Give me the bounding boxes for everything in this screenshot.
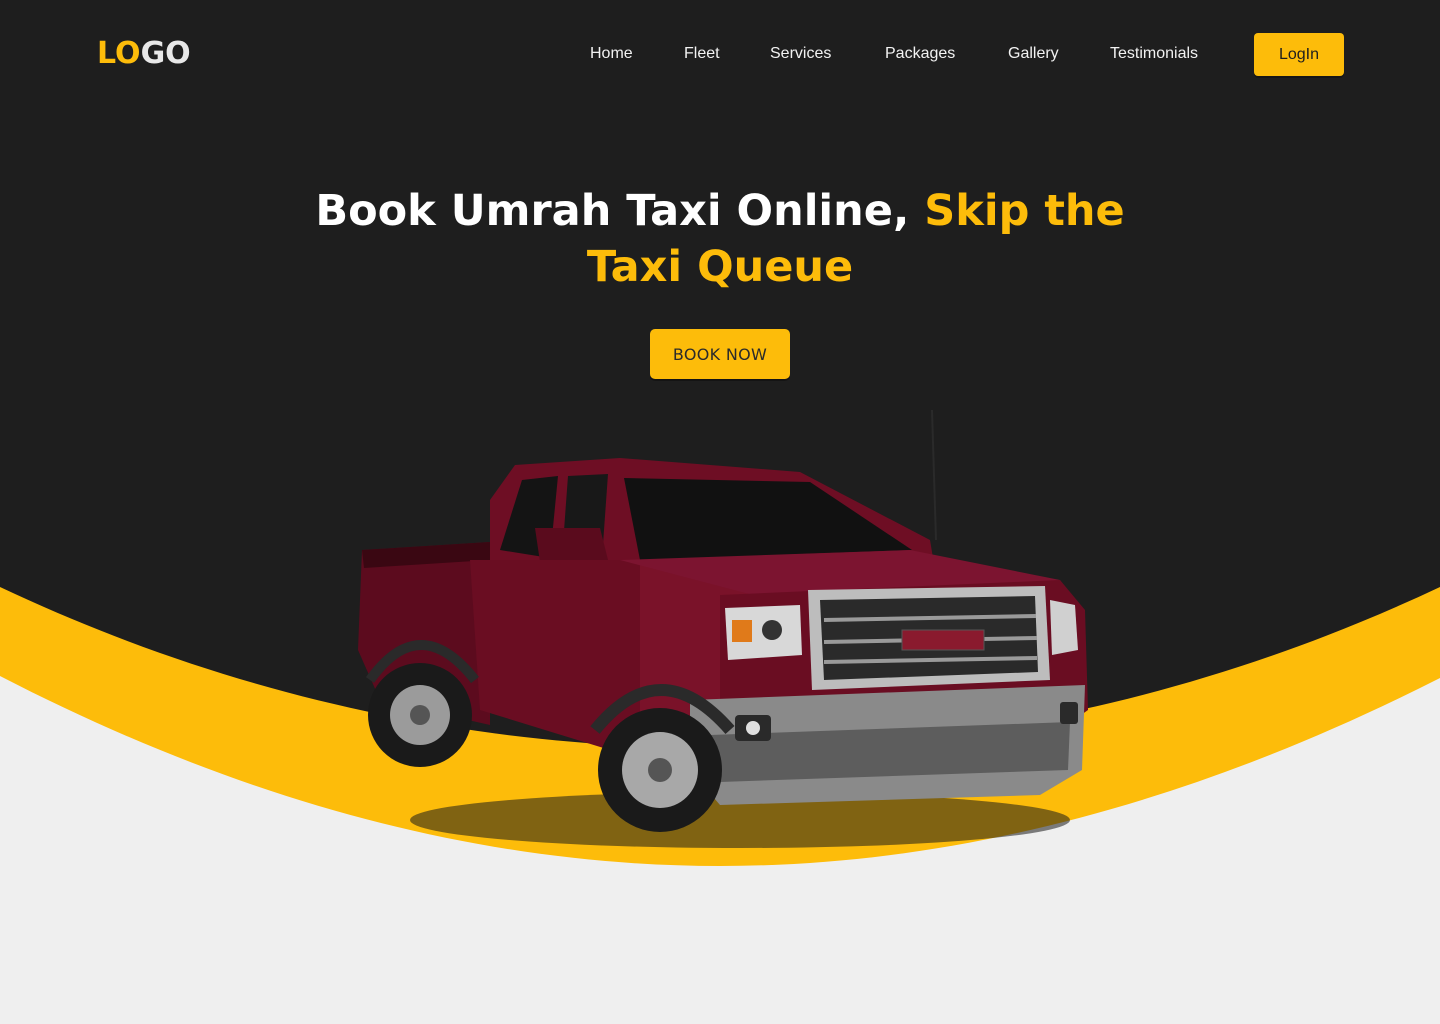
- nav-link-packages[interactable]: Packages: [885, 44, 955, 64]
- nav-link-services[interactable]: Services: [770, 44, 831, 64]
- logo-part-lo: LO: [97, 36, 141, 71]
- site-logo[interactable]: LOGO: [97, 36, 191, 72]
- hero-title: Book Umrah Taxi Online, Skip the Taxi Qu…: [300, 183, 1140, 295]
- hero-title-highlight-1: Skip the: [924, 186, 1125, 236]
- logo-part-go: GO: [140, 36, 191, 71]
- nav-link-home[interactable]: Home: [590, 44, 633, 64]
- top-navbar: LOGO Home Fleet Services Packages Galler…: [0, 0, 1440, 108]
- nav-link-fleet[interactable]: Fleet: [684, 44, 720, 64]
- login-button[interactable]: LogIn: [1254, 33, 1344, 76]
- nav-link-gallery[interactable]: Gallery: [1008, 44, 1059, 64]
- book-now-button[interactable]: BOOK NOW: [650, 329, 790, 379]
- hero-title-plain: Book Umrah Taxi Online,: [315, 186, 925, 236]
- hero-title-highlight-2: Taxi Queue: [586, 242, 854, 292]
- nav-link-testimonials[interactable]: Testimonials: [1110, 44, 1198, 64]
- pickup-truck-image: [358, 410, 1088, 848]
